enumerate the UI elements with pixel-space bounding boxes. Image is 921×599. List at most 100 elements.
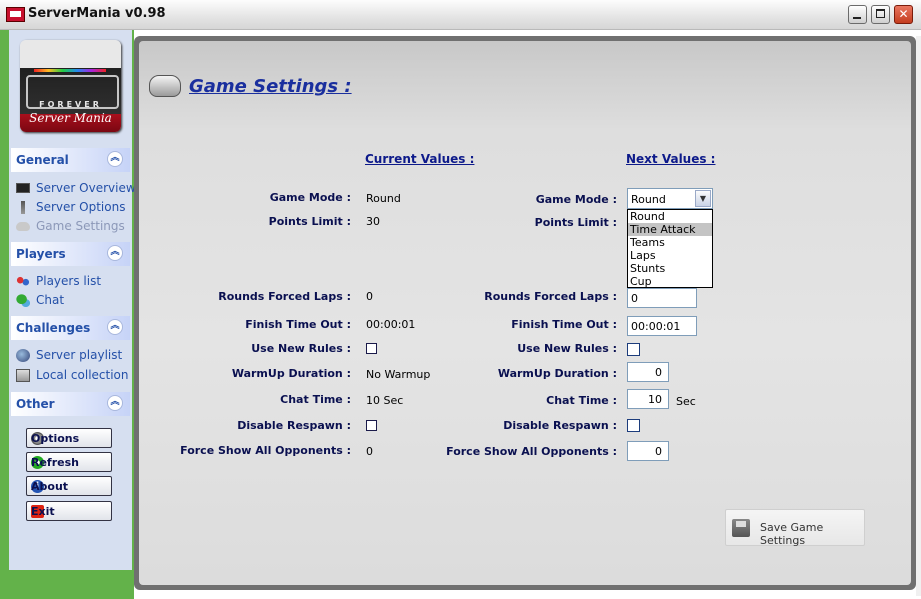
label-use-new-rules-current: Use New Rules : [251, 342, 351, 355]
label-rounds-forced-laps-current: Rounds Forced Laps : [218, 290, 351, 303]
game-mode-select[interactable]: Round ▼ [627, 188, 713, 209]
dropdown-option-laps[interactable]: Laps [628, 249, 712, 262]
group-header-other[interactable]: Other ︽ [11, 392, 130, 416]
label-warmup-duration-next: WarmUp Duration : [497, 367, 617, 380]
dropdown-option-cup[interactable]: Cup [628, 275, 712, 288]
refresh-button[interactable]: Refresh [26, 452, 112, 472]
dropdown-option-teams[interactable]: Teams [628, 236, 712, 249]
warmup-duration-input[interactable]: 0 [627, 362, 669, 382]
monitor-icon [16, 183, 30, 193]
dropdown-option-time-attack[interactable]: Time Attack [628, 223, 712, 236]
sidebar-item-label: Players list [36, 274, 102, 288]
button-label: Exit [31, 504, 55, 518]
controller-icon [16, 221, 30, 231]
current-force-show-all-opponents: 0 [366, 445, 373, 458]
chat-time-unit: Sec [676, 395, 696, 408]
label-warmup-duration-current: WarmUp Duration : [231, 367, 351, 380]
group-title: Other [16, 397, 55, 411]
save-game-settings-button[interactable]: Save Game Settings [725, 509, 865, 547]
app-icon [6, 7, 25, 22]
sidebar-item-game-settings[interactable]: Game Settings [16, 217, 125, 235]
group-title: General [16, 153, 69, 167]
chevron-down-icon[interactable]: ▼ [695, 190, 711, 207]
main-panel [139, 41, 911, 585]
label-points-limit-current: Points Limit : [268, 215, 351, 228]
label-game-mode-current: Game Mode : [269, 191, 351, 204]
sidebar-item-label: Game Settings [36, 219, 125, 233]
minimize-button[interactable] [848, 5, 867, 24]
label-chat-time-next: Chat Time : [546, 394, 617, 407]
sidebar-item-label: Server Options [36, 200, 126, 214]
next-values-header: Next Values : [626, 152, 716, 166]
current-finish-time-out: 00:00:01 [366, 318, 416, 331]
sidebar-item-label: Server Overview [36, 181, 136, 195]
button-label: Options [31, 431, 80, 445]
collapse-icon[interactable]: ︽ [107, 151, 123, 167]
people-icon [16, 274, 30, 288]
tool-icon [21, 200, 25, 214]
title-bar: ServerMania v0.98 ✕ [0, 0, 921, 30]
chat-icon [16, 293, 30, 307]
finish-time-out-input[interactable]: 00:00:01 [627, 316, 697, 336]
logo-server-mania-text: Server Mania [29, 111, 112, 125]
label-disable-respawn-next: Disable Respawn : [503, 419, 617, 432]
label-chat-time-current: Chat Time : [280, 393, 351, 406]
options-button[interactable]: Options [26, 428, 112, 448]
sidebar-item-local-collection[interactable]: Local collection [16, 366, 129, 384]
label-game-mode-next: Game Mode : [535, 193, 617, 206]
exit-button[interactable]: Exit [26, 501, 112, 521]
minimize-icon [853, 17, 861, 19]
chat-time-input[interactable]: 10 [627, 389, 669, 409]
current-disable-respawn-checkbox [366, 420, 377, 431]
page-title: Game Settings : [189, 76, 352, 97]
label-points-limit-next: Points Limit : [534, 216, 617, 229]
game-mode-selected-value: Round [631, 193, 666, 206]
collapse-icon[interactable]: ︽ [107, 245, 123, 261]
sidebar-item-players-list[interactable]: Players list [16, 272, 101, 290]
dropdown-option-stunts[interactable]: Stunts [628, 262, 712, 275]
save-icon [732, 519, 750, 537]
disable-respawn-checkbox[interactable] [627, 419, 640, 432]
use-new-rules-checkbox[interactable] [627, 343, 640, 356]
group-header-general[interactable]: General ︽ [11, 148, 130, 172]
current-rounds-forced-laps: 0 [366, 290, 373, 303]
group-header-players[interactable]: Players ︽ [11, 242, 130, 266]
box-icon [16, 368, 30, 382]
save-button-label: Save Game Settings [760, 521, 824, 547]
label-use-new-rules-next: Use New Rules : [517, 342, 617, 355]
controller-icon [149, 75, 181, 97]
window-edge [916, 36, 921, 596]
current-values-header: Current Values : [365, 152, 475, 166]
label-finish-time-out-current: Finish Time Out : [245, 318, 351, 331]
collapse-icon[interactable]: ︽ [107, 395, 123, 411]
logo-forever-text: FOREVER [39, 100, 102, 109]
group-body-challenges: Server playlist Local collection [11, 340, 130, 388]
app-logo: FOREVER Server Mania [20, 40, 121, 132]
label-finish-time-out-next: Finish Time Out : [511, 318, 617, 331]
close-icon: ✕ [898, 7, 909, 21]
sidebar-item-chat[interactable]: Chat [16, 291, 64, 309]
close-button[interactable]: ✕ [894, 5, 913, 24]
rounds-forced-laps-input[interactable]: 0 [627, 288, 697, 308]
maximize-button[interactable] [871, 5, 890, 24]
force-show-all-opponents-input[interactable]: 0 [627, 441, 669, 461]
label-force-show-all-opponents-current: Force Show All Opponents : [180, 444, 351, 457]
game-mode-dropdown-list: Round Time Attack Teams Laps Stunts Cup [627, 209, 713, 288]
group-title: Challenges [16, 321, 91, 335]
label-disable-respawn-current: Disable Respawn : [237, 419, 351, 432]
current-use-new-rules-checkbox [366, 343, 377, 354]
about-button[interactable]: i About [26, 476, 112, 496]
button-label: About [31, 479, 69, 493]
group-header-challenges[interactable]: Challenges ︽ [11, 316, 130, 340]
group-title: Players [16, 247, 66, 261]
group-body-players: Players list Chat [11, 266, 130, 312]
sidebar-item-server-playlist[interactable]: Server playlist [16, 346, 122, 364]
sidebar-item-server-overview[interactable]: Server Overview [16, 179, 136, 197]
maximize-icon [876, 9, 885, 18]
sidebar-item-server-options[interactable]: Server Options [16, 198, 125, 216]
collapse-icon[interactable]: ︽ [107, 319, 123, 335]
label-rounds-forced-laps-next: Rounds Forced Laps : [484, 290, 617, 303]
globe-icon [16, 348, 30, 362]
current-game-mode: Round [366, 192, 401, 205]
dropdown-option-round[interactable]: Round [628, 210, 712, 223]
